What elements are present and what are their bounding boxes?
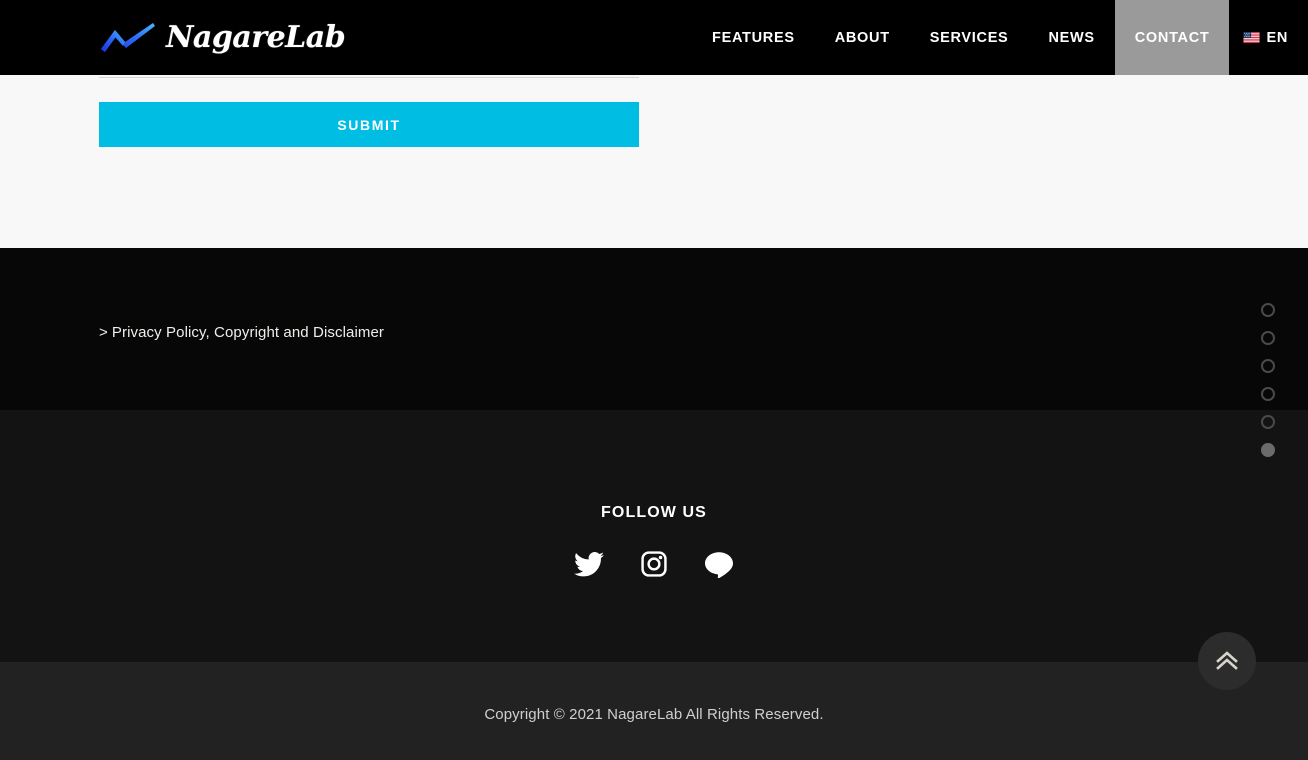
chat-bubble-icon[interactable] xyxy=(701,546,737,582)
logo-text: NagareLab xyxy=(166,20,346,55)
dot-nav-item[interactable] xyxy=(1261,387,1275,401)
section-dot-nav xyxy=(1261,303,1275,457)
dot-nav-item[interactable] xyxy=(1261,303,1275,317)
us-flag-icon xyxy=(1243,32,1260,43)
follow-us-title: FOLLOW US xyxy=(601,504,707,521)
dot-nav-item[interactable] xyxy=(1261,331,1275,345)
scroll-to-top-button[interactable] xyxy=(1198,632,1256,690)
footer-section: Copyright © 2021 NagareLab All Rights Re… xyxy=(0,662,1308,760)
caret-icon: > xyxy=(99,324,108,341)
twitter-icon[interactable] xyxy=(571,546,607,582)
nav-item-news[interactable]: NEWS xyxy=(1028,0,1114,75)
nav-item-contact[interactable]: CONTACT xyxy=(1114,0,1230,75)
language-switcher[interactable]: EN xyxy=(1229,0,1308,75)
site-header: NagareLab FEATURES ABOUT SERVICES NEWS C… xyxy=(0,0,1308,75)
page-root: SUBMIT > Privacy Policy, Copyright and Di… xyxy=(0,0,1308,760)
privacy-section: > Privacy Policy, Copyright and Disclaime… xyxy=(0,248,1308,410)
nav-item-about[interactable]: ABOUT xyxy=(815,0,910,75)
social-links-row xyxy=(0,546,1308,582)
dot-nav-item-active[interactable] xyxy=(1261,443,1275,457)
chart-arrow-logo-icon xyxy=(101,23,155,52)
follow-us-section: FOLLOW US xyxy=(0,410,1308,662)
double-chevron-up-icon xyxy=(1216,651,1238,670)
nav-item-services[interactable]: SERVICES xyxy=(910,0,1029,75)
privacy-policy-label: Privacy Policy, Copyright and Disclaimer xyxy=(111,324,385,341)
privacy-policy-link[interactable]: > Privacy Policy, Copyright and Disclaime… xyxy=(99,324,384,341)
dot-nav-item[interactable] xyxy=(1261,415,1275,429)
language-label: EN xyxy=(1266,29,1288,46)
nav-item-features[interactable]: FEATURES xyxy=(692,0,815,75)
submit-button[interactable]: SUBMIT xyxy=(99,102,639,147)
instagram-icon[interactable] xyxy=(636,546,672,582)
dot-nav-item[interactable] xyxy=(1261,359,1275,373)
logo[interactable]: NagareLab xyxy=(99,12,346,64)
copyright-text: Copyright © 2021 NagareLab All Rights Re… xyxy=(484,706,824,723)
main-nav: FEATURES ABOUT SERVICES NEWS CONTACT EN xyxy=(692,0,1308,75)
